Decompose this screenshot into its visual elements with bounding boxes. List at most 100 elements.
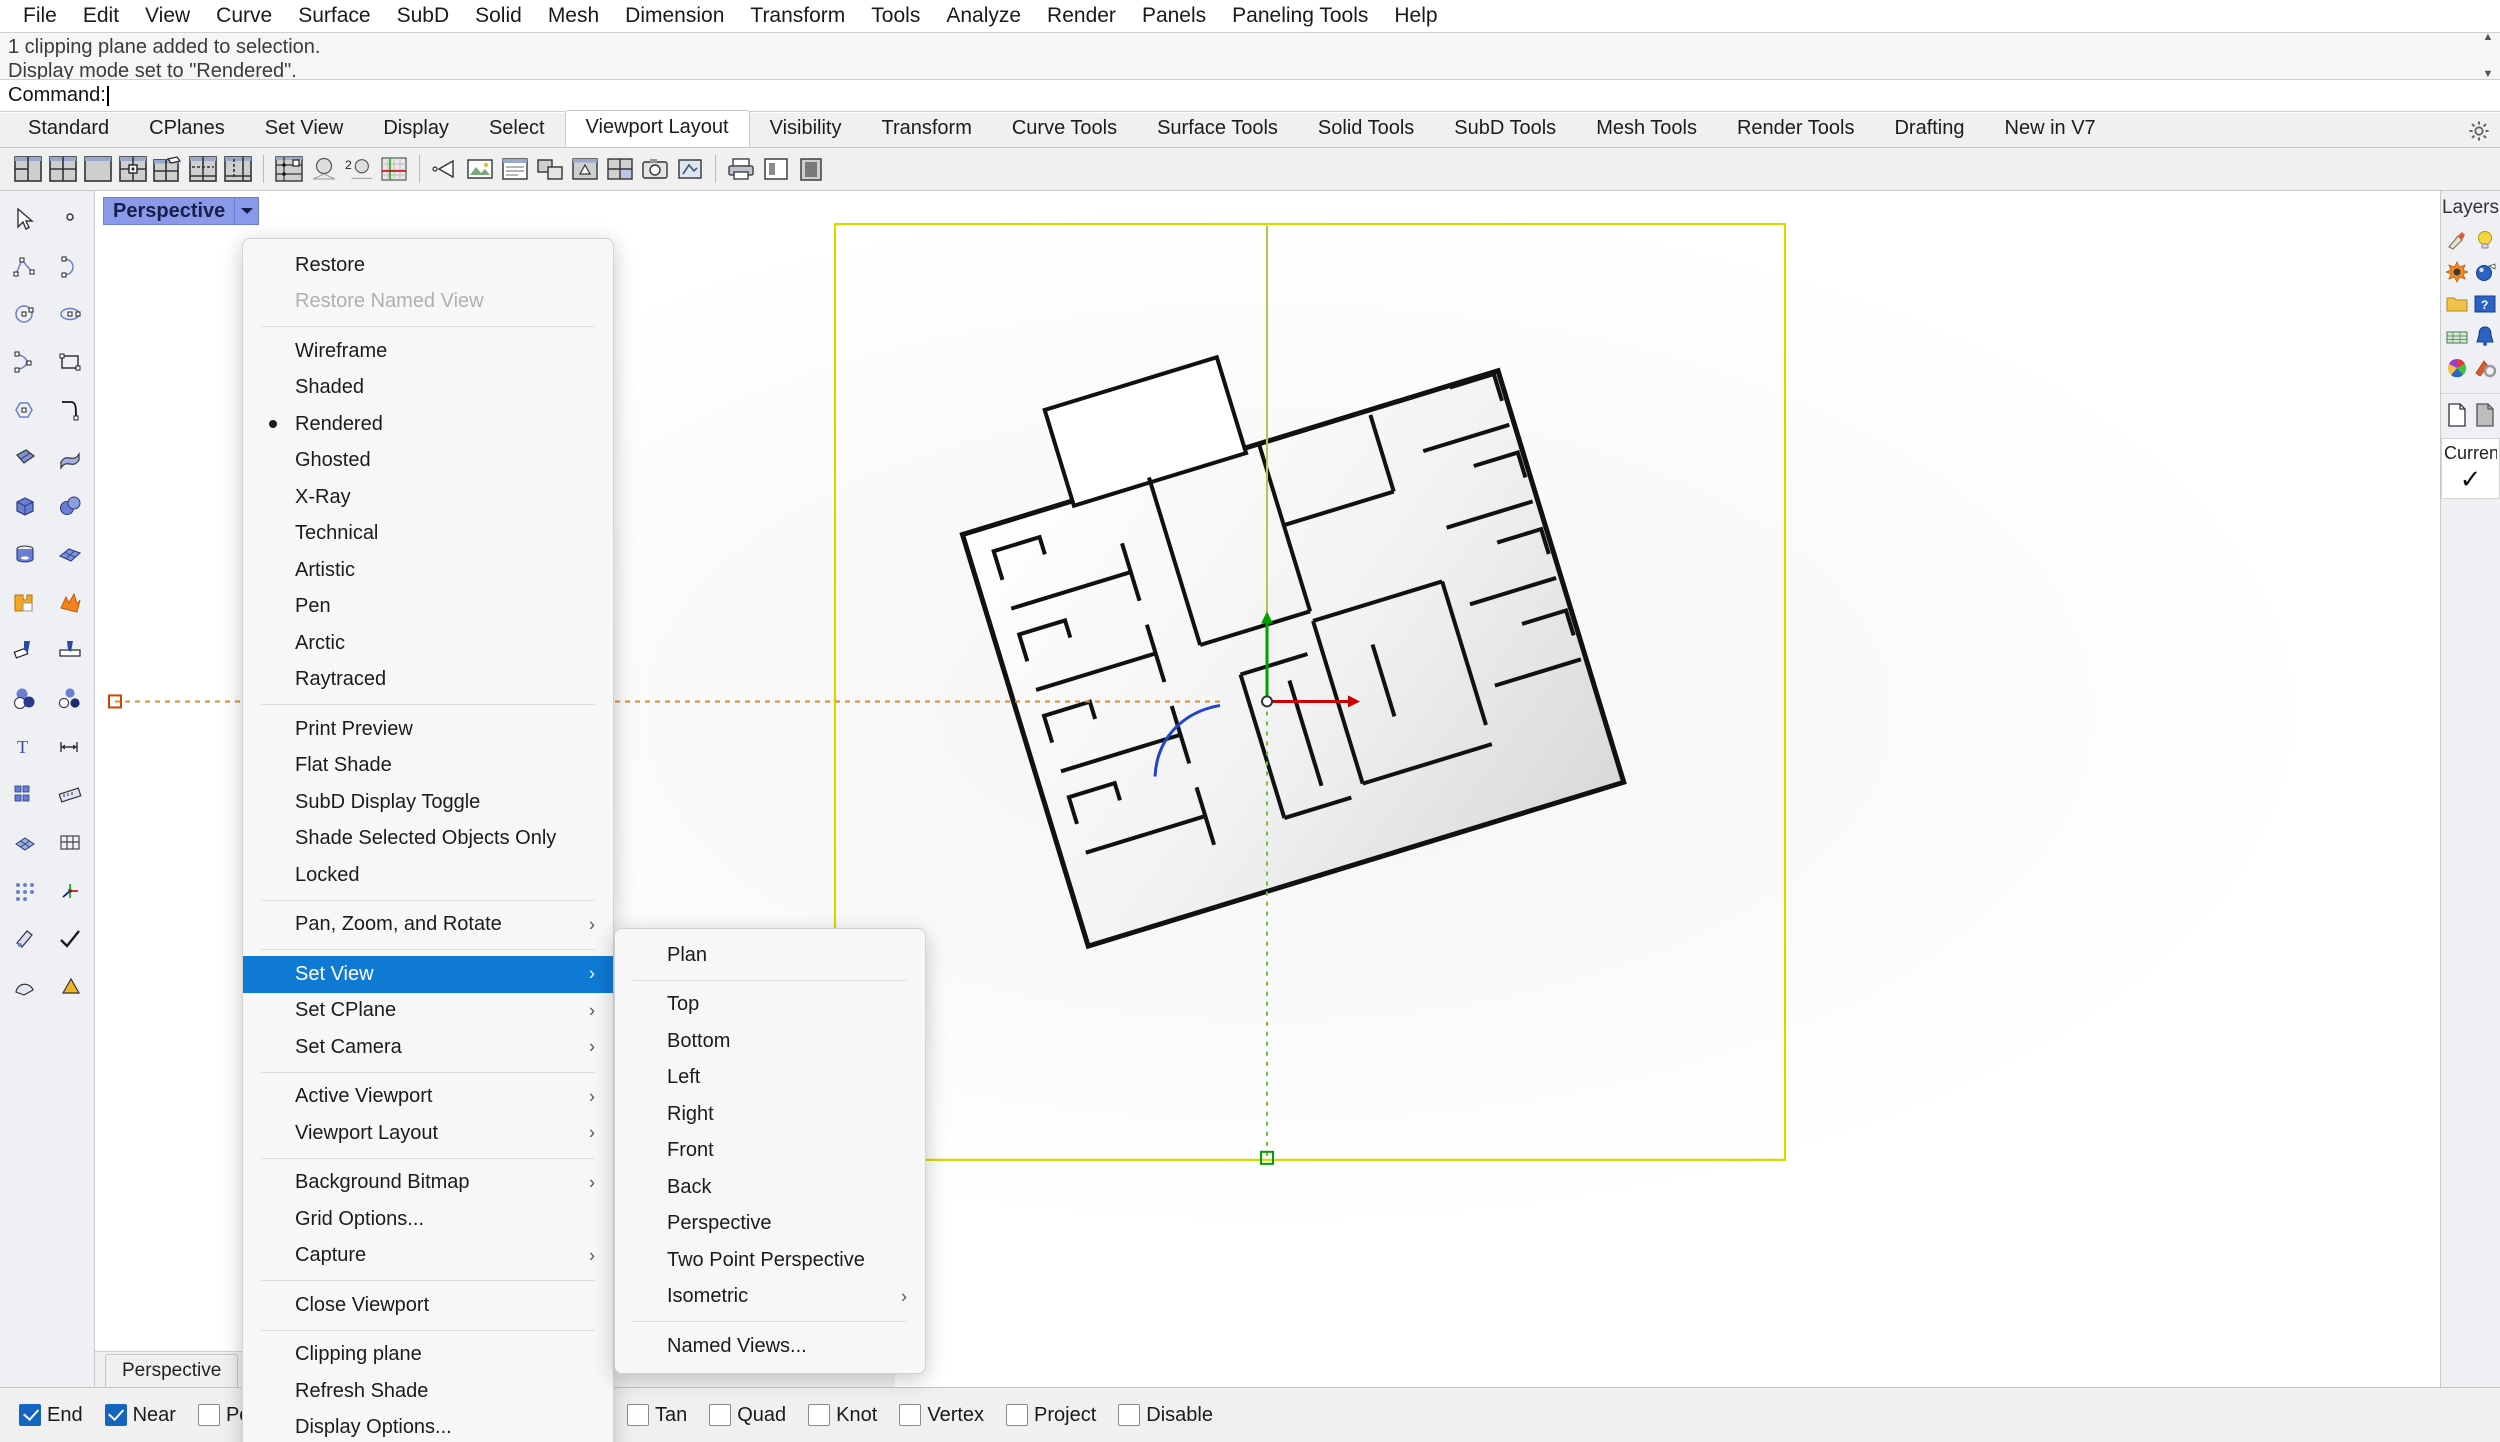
split-viewport-four-icon[interactable]	[47, 153, 79, 185]
menu-capture[interactable]: Capture ›	[243, 1238, 613, 1275]
submenu-isometric[interactable]: Isometric ›	[615, 1279, 925, 1316]
paint-icon[interactable]	[2, 915, 47, 963]
menu-subd-display-toggle[interactable]: SubD Display Toggle	[243, 784, 613, 821]
menu-background-bitmap[interactable]: Background Bitmap ›	[243, 1165, 613, 1202]
split-vertical-icon[interactable]	[222, 153, 254, 185]
menu-item-solid[interactable]: Solid	[462, 2, 535, 30]
split-horizontal-icon[interactable]	[187, 153, 219, 185]
menu-close-viewport[interactable]: Close Viewport	[243, 1287, 613, 1324]
toolbar-options-gear-icon[interactable]	[2468, 120, 2490, 142]
display-settings-icon[interactable]	[2472, 353, 2498, 383]
clipboard-icon[interactable]	[795, 153, 827, 185]
osnap-near[interactable]: Near	[98, 1402, 183, 1429]
tile-views-icon[interactable]	[569, 153, 601, 185]
tab-visibility[interactable]: Visibility	[750, 112, 862, 147]
render-sphere-icon[interactable]	[2472, 257, 2498, 287]
array-icon[interactable]	[2, 771, 47, 819]
submenu-top[interactable]: Top	[615, 987, 925, 1024]
menu-pen[interactable]: Pen	[243, 589, 613, 626]
chevron-down-icon[interactable]	[234, 198, 258, 224]
circle-icon[interactable]	[2, 291, 47, 339]
menu-shade-selected-objects-only[interactable]: Shade Selected Objects Only	[243, 821, 613, 858]
osnap-near-checkbox[interactable]	[104, 1404, 127, 1426]
polyline-icon[interactable]	[2, 243, 47, 291]
checkmark-icon[interactable]	[47, 915, 92, 963]
viewport-grid-icon[interactable]	[273, 153, 305, 185]
menu-set-view[interactable]: Set View ›	[243, 956, 613, 993]
camera-icon[interactable]	[429, 153, 461, 185]
tab-viewport-layout[interactable]: Viewport Layout	[564, 110, 750, 147]
osnap-quad-checkbox[interactable]	[709, 1404, 732, 1426]
surface-patch-icon[interactable]	[2, 435, 47, 483]
paintbrush-icon[interactable]	[2444, 225, 2470, 255]
tab-set-view[interactable]: Set View	[245, 112, 364, 147]
capture-icon[interactable]	[639, 153, 671, 185]
gumball-icon[interactable]	[47, 867, 92, 915]
menu-item-file[interactable]: File	[10, 2, 70, 30]
grid-options-icon[interactable]	[378, 153, 410, 185]
tab-cplanes[interactable]: CPlanes	[129, 112, 245, 147]
tab-mesh-tools[interactable]: Mesh Tools	[1576, 112, 1717, 147]
background-bitmap-icon[interactable]	[464, 153, 496, 185]
dimension-icon[interactable]	[47, 723, 92, 771]
polygon-icon[interactable]	[2, 387, 47, 435]
menu-active-viewport[interactable]: Active Viewport ›	[243, 1079, 613, 1116]
osnap-point-checkbox[interactable]	[197, 1404, 220, 1426]
shaded-sphere-icon[interactable]	[308, 153, 340, 185]
menu-x-ray[interactable]: X-Ray	[243, 479, 613, 516]
menu-item-subd[interactable]: SubD	[384, 2, 463, 30]
menu-set-camera[interactable]: Set Camera ›	[243, 1029, 613, 1066]
tab-render-tools[interactable]: Render Tools	[1717, 112, 1874, 147]
menu-locked[interactable]: Locked	[243, 857, 613, 894]
menu-raytraced[interactable]: Raytraced	[243, 662, 613, 699]
menu-clipping-plane[interactable]: Clipping plane	[243, 1337, 613, 1374]
place-view-icon[interactable]	[674, 153, 706, 185]
two-point-perspective-icon[interactable]: 2	[343, 153, 375, 185]
sphere-union-icon[interactable]	[47, 483, 92, 531]
osnap-knot-checkbox[interactable]	[808, 1404, 831, 1426]
folder-icon[interactable]	[2444, 289, 2470, 319]
ellipse-icon[interactable]	[47, 291, 92, 339]
menu-item-transform[interactable]: Transform	[737, 2, 858, 30]
menu-item-tools[interactable]: Tools	[858, 2, 933, 30]
boolean-union-icon[interactable]	[2, 675, 47, 723]
sync-views-icon[interactable]	[534, 153, 566, 185]
explode-icon[interactable]	[47, 579, 92, 627]
submenu-two-point-perspective[interactable]: Two Point Perspective	[615, 1242, 925, 1279]
grid-snap-icon[interactable]	[2, 867, 47, 915]
menu-item-dimension[interactable]: Dimension	[612, 2, 737, 30]
trim-icon[interactable]	[2, 627, 47, 675]
color-wheel-icon[interactable]	[2444, 353, 2470, 383]
box-icon[interactable]	[2, 483, 47, 531]
menu-print-preview[interactable]: Print Preview	[243, 711, 613, 748]
tab-new-in-v7[interactable]: New in V7	[1985, 112, 2116, 147]
hatch-icon[interactable]	[2, 963, 47, 1011]
command-history-scrollbar[interactable]: ▲ ▼	[2478, 32, 2498, 80]
maximize-viewport-icon[interactable]	[82, 153, 114, 185]
curve-icon[interactable]	[2, 339, 47, 387]
menu-pan-zoom-and-rotate[interactable]: Pan, Zoom, and Rotate ›	[243, 907, 613, 944]
render-mesh-icon[interactable]	[2, 819, 47, 867]
osnap-end-checkbox[interactable]	[19, 1404, 41, 1426]
osnap-project-checkbox[interactable]	[1006, 1404, 1029, 1426]
menu-item-analyze[interactable]: Analyze	[933, 2, 1034, 30]
menu-rendered[interactable]: Rendered	[243, 406, 613, 443]
osnap-disable-checkbox[interactable]	[1118, 1404, 1141, 1426]
tab-transform[interactable]: Transform	[861, 112, 991, 147]
menu-restore[interactable]: Restore	[243, 247, 613, 284]
tab-select[interactable]: Select	[469, 112, 565, 147]
submenu-back[interactable]: Back	[615, 1169, 925, 1206]
puzzle-icon[interactable]	[2, 579, 47, 627]
menu-item-mesh[interactable]: Mesh	[535, 2, 612, 30]
keyboard-icon[interactable]	[2444, 321, 2470, 351]
menu-item-curve[interactable]: Curve	[203, 2, 285, 30]
tab-standard[interactable]: Standard	[8, 112, 129, 147]
lightbulb-icon[interactable]	[2472, 225, 2498, 255]
submenu-front[interactable]: Front	[615, 1133, 925, 1170]
menu-wireframe[interactable]: Wireframe	[243, 333, 613, 370]
copy-page-icon[interactable]	[2472, 400, 2498, 430]
osnap-quad[interactable]: Quad	[702, 1402, 793, 1429]
menu-arctic[interactable]: Arctic	[243, 625, 613, 662]
menu-set-cplane[interactable]: Set CPlane ›	[243, 993, 613, 1030]
help-icon[interactable]: ?	[2472, 289, 2498, 319]
